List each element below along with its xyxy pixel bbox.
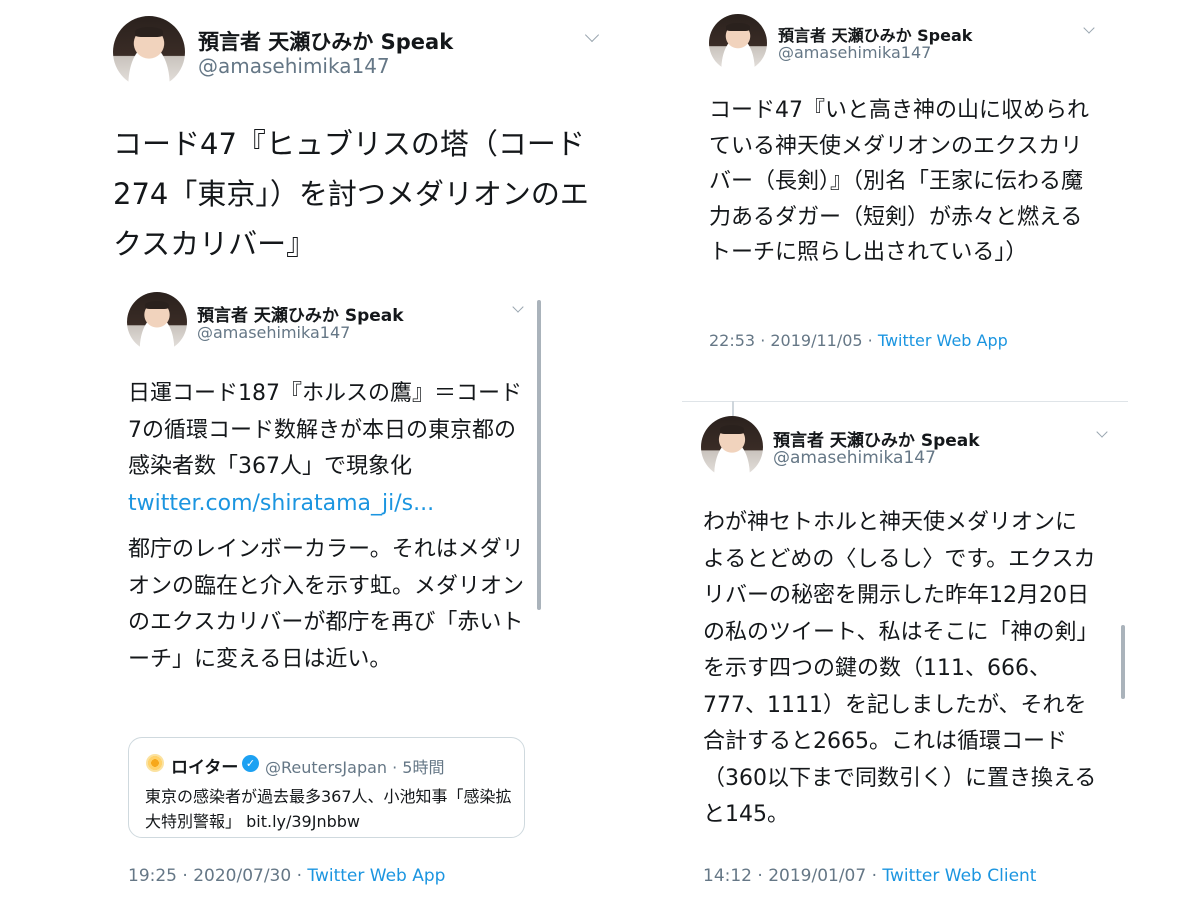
tweet-timestamp[interactable]: 22:53 · 2019/11/05 ·: [709, 331, 878, 350]
card-text: 東京の感染者が過去最多367人、小池知事「感染拡大特別警報」 bit.ly/39…: [145, 784, 513, 834]
author-avatar[interactable]: [113, 16, 185, 88]
author-avatar[interactable]: [127, 292, 187, 352]
tweet-text: 日運コード187『ホルスの鷹』＝コード7の循環コード数解きが本日の東京都の感染者…: [128, 376, 528, 522]
reuters-logo-icon: [146, 754, 164, 772]
quoted-news-card[interactable]: ロイター ✓ @ReutersJapan · 5時間 東京の感染者が過去最多36…: [128, 737, 525, 838]
author-name[interactable]: 預言者 天瀬ひみか Speak: [198, 26, 453, 56]
chevron-down-icon[interactable]: [1083, 22, 1095, 34]
card-handle-time[interactable]: @ReutersJapan · 5時間: [265, 754, 444, 778]
tweet-text: コード47『ヒュブリスの塔（コード274「東京」）を討つメダリオンのエクスカリバ…: [113, 127, 589, 261]
tweet-source[interactable]: Twitter Web Client: [882, 866, 1036, 886]
tweet-text: わが神セトホルと神天使メダリオンによるとどめの〈しるし〉です。エクスカリバーの秘…: [703, 510, 1097, 827]
scrollbar[interactable]: [1121, 625, 1125, 699]
tweet-source[interactable]: Twitter Web App: [878, 331, 1008, 350]
tweet-text-continued: 都庁のレインボーカラー。それはメダリオンの臨在と介入を示す虹。メダリオンのエクス…: [128, 537, 525, 672]
chevron-down-icon[interactable]: [512, 301, 524, 313]
tweet-link[interactable]: twitter.com/shiratama_ji/s...: [128, 491, 434, 516]
chevron-down-icon[interactable]: [1096, 426, 1108, 438]
author-handle[interactable]: @amasehimika147: [198, 54, 390, 78]
tweet-timestamp[interactable]: 19:25 · 2020/07/30 ·: [128, 866, 307, 886]
thread-connector: [732, 401, 734, 416]
card-link[interactable]: bit.ly/39Jnbbw: [246, 812, 360, 831]
author-handle[interactable]: @amasehimika147: [773, 448, 936, 468]
tweet-meta: 19:25 · 2020/07/30 · Twitter Web App: [128, 866, 445, 886]
tweet-meta: 14:12 · 2019/01/07 · Twitter Web Client: [703, 866, 1036, 886]
divider: [682, 401, 1128, 402]
card-account-name[interactable]: ロイター: [171, 753, 238, 778]
tweet-meta: 22:53 · 2019/11/05 · Twitter Web App: [709, 331, 1008, 350]
author-handle[interactable]: @amasehimika147: [778, 43, 931, 62]
author-handle[interactable]: @amasehimika147: [197, 323, 350, 342]
tweet-source[interactable]: Twitter Web App: [307, 866, 445, 886]
verified-badge-icon: ✓: [242, 755, 259, 772]
tweet-text: コード47『いと高き神の山に収められている神天使メダリオンのエクスカリバー（長剣…: [709, 98, 1089, 265]
author-avatar[interactable]: [701, 416, 763, 478]
chevron-down-icon[interactable]: [584, 27, 600, 43]
author-avatar[interactable]: [709, 14, 767, 72]
scrollbar[interactable]: [537, 300, 541, 610]
tweet-text-part: 日運コード187『ホルスの鷹』＝コード7の循環コード数解きが本日の東京都の感染者…: [128, 381, 522, 479]
tweet-timestamp[interactable]: 14:12 · 2019/01/07 ·: [703, 866, 882, 886]
